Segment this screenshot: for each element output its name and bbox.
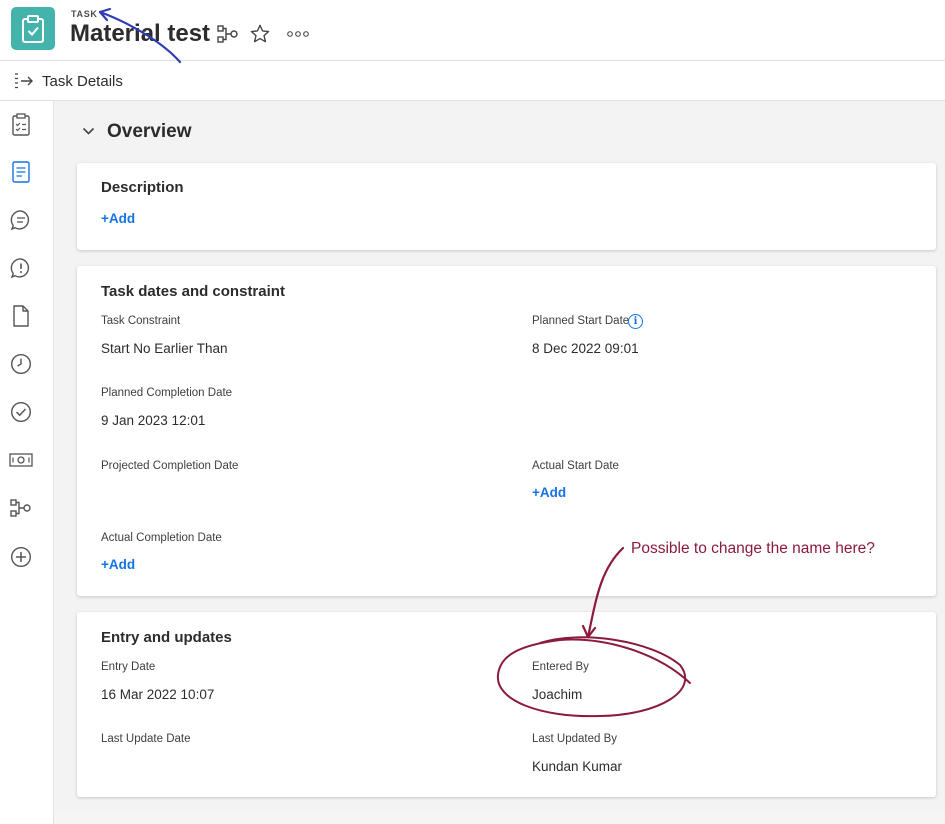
details-toolbar: Task Details [0, 61, 945, 101]
add-description-link[interactable]: +Add [101, 211, 135, 226]
add-circle-icon[interactable] [8, 544, 34, 570]
add-actual-start-link[interactable]: +Add [532, 485, 566, 500]
money-icon[interactable] [8, 447, 34, 473]
entry-updates-card: Entry and updates Entry Date 16 Mar 2022… [77, 612, 936, 797]
left-nav [0, 101, 54, 824]
description-card: Description +Add [77, 163, 936, 250]
actual-start-label: Actual Start Date [532, 460, 619, 472]
clock-icon[interactable] [8, 351, 34, 377]
hierarchy-icon[interactable] [216, 22, 240, 46]
entry-date-value: 16 Mar 2022 10:07 [101, 687, 215, 702]
planned-start-value[interactable]: 8 Dec 2022 09:01 [532, 341, 639, 356]
task-constraint-value[interactable]: Start No Earlier Than [101, 341, 228, 356]
check-circle-icon[interactable] [8, 399, 34, 425]
clipboard-check-icon [11, 7, 55, 50]
description-title: Description [101, 179, 184, 196]
last-updated-by-value: Kundan Kumar [532, 759, 623, 774]
last-update-date-label: Last Update Date [101, 733, 191, 745]
chevron-down-icon [82, 123, 95, 141]
issue-icon[interactable] [8, 255, 34, 281]
add-actual-completion-link[interactable]: +Add [101, 557, 135, 572]
planned-completion-value: 9 Jan 2023 12:01 [101, 413, 206, 428]
object-header: TASK Material test [0, 0, 945, 61]
planned-start-label: Planned Start Date [532, 315, 630, 327]
task-dates-title: Task dates and constraint [101, 283, 285, 300]
entry-date-label: Entry Date [101, 661, 156, 673]
info-icon[interactable]: i [628, 314, 643, 329]
more-icon[interactable] [286, 22, 310, 46]
entered-by-label: Entered By [532, 661, 589, 673]
hierarchy-icon[interactable] [8, 495, 34, 521]
page-title[interactable]: Material test [70, 20, 210, 48]
projected-completion-label: Projected Completion Date [101, 460, 239, 472]
document-text-icon[interactable] [8, 159, 34, 185]
task-details-label: Task Details [42, 73, 123, 90]
entered-by-value[interactable]: Joachim [532, 687, 582, 702]
actual-completion-label: Actual Completion Date [101, 532, 222, 544]
entry-updates-title: Entry and updates [101, 629, 232, 646]
panel-collapse-icon[interactable] [14, 72, 34, 95]
planned-completion-label: Planned Completion Date [101, 387, 233, 399]
document-icon[interactable] [8, 303, 34, 329]
overview-title: Overview [107, 121, 192, 142]
annotation-text: Possible to change the name here? [631, 540, 875, 557]
object-type-label: TASK [71, 9, 98, 19]
overview-section-toggle[interactable]: Overview [82, 121, 192, 143]
task-details-icon[interactable] [8, 112, 34, 138]
last-updated-by-label: Last Updated By [532, 733, 618, 745]
star-icon[interactable] [248, 22, 272, 46]
comment-icon[interactable] [8, 207, 34, 233]
task-constraint-label: Task Constraint [101, 315, 181, 327]
